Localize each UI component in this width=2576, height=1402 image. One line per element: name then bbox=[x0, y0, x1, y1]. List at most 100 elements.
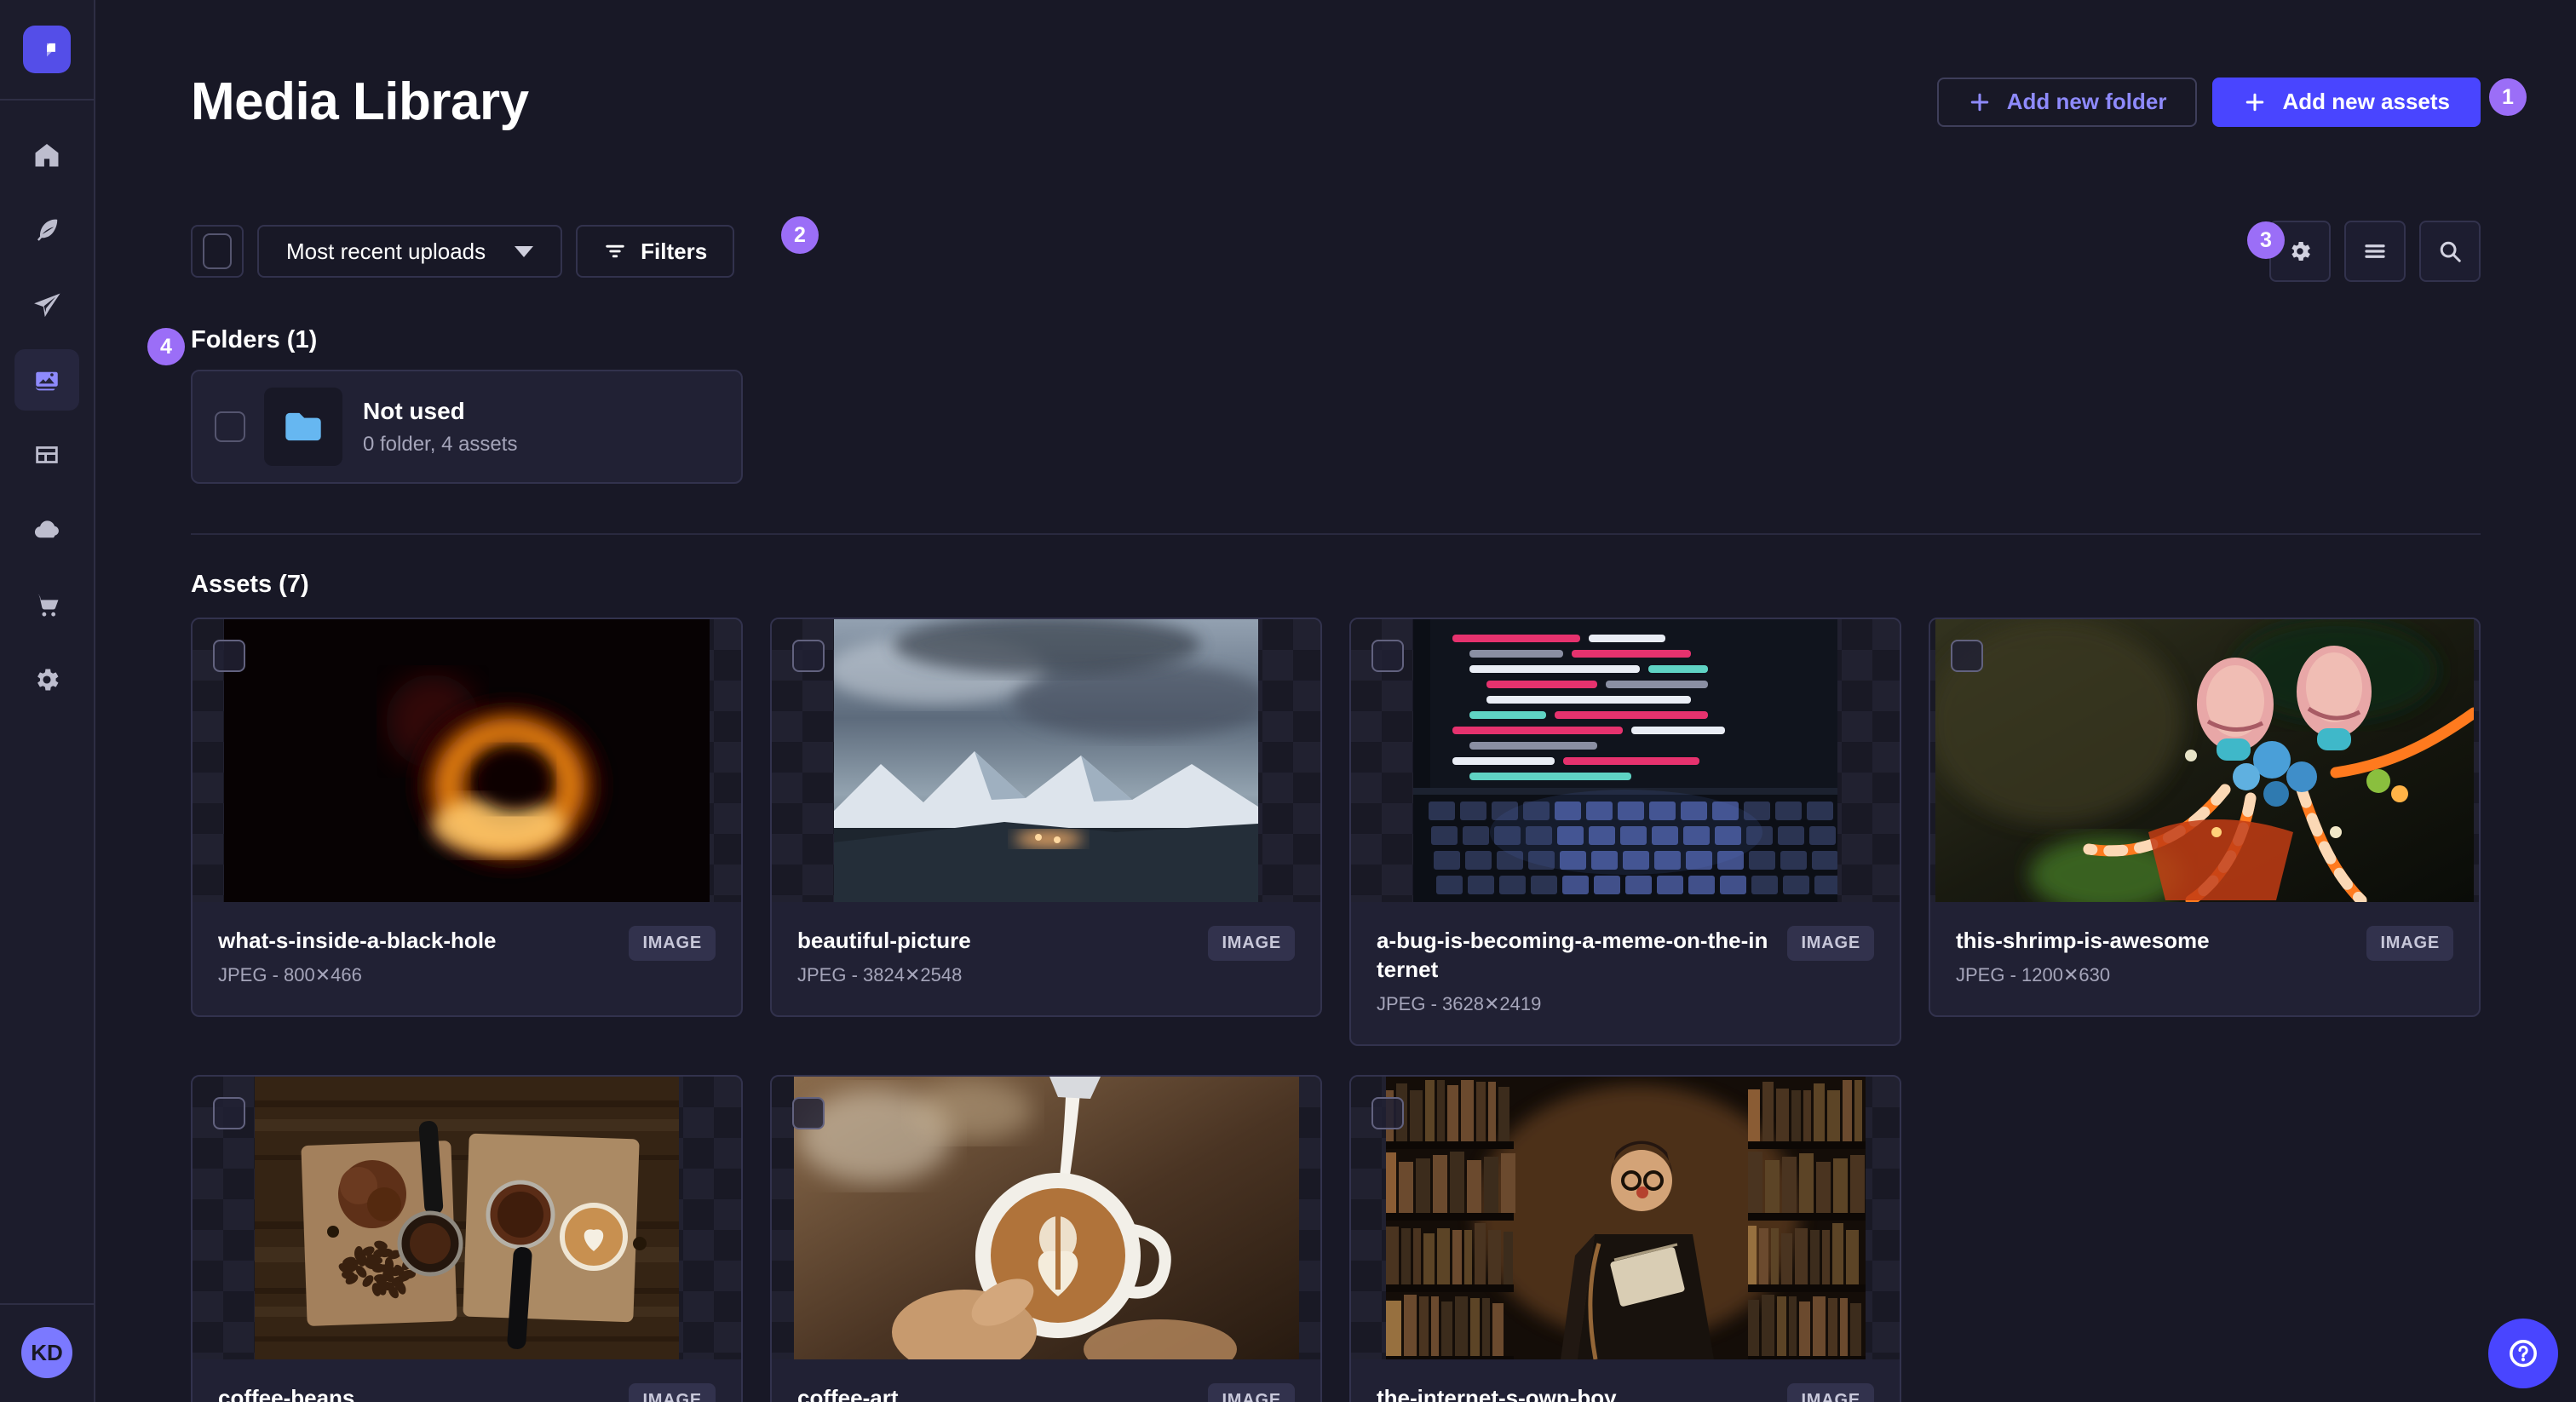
asset-card[interactable]: this-shrimp-is-awesome JPEG - 1200✕630 I… bbox=[1929, 618, 2481, 1017]
sidebar-item-home[interactable] bbox=[14, 124, 79, 186]
asset-card[interactable]: beautiful-picture JPEG - 3824✕2548 IMAGE bbox=[770, 618, 1322, 1017]
sidebar-bottom-divider bbox=[0, 1303, 95, 1305]
asset-texts: a-bug-is-becoming-a-meme-on-the-internet… bbox=[1377, 926, 1772, 1015]
asset-type-badge: IMAGE bbox=[1208, 1383, 1295, 1402]
asset-title: a-bug-is-becoming-a-meme-on-the-internet bbox=[1377, 926, 1772, 984]
asset-card[interactable]: coffee-beans JPEG - 5021✕3347 IMAGE bbox=[191, 1075, 743, 1402]
sidebar-bottom: KD bbox=[0, 1303, 95, 1402]
folder-texts: Not used 0 folder, 4 assets bbox=[363, 398, 517, 457]
user-avatar[interactable]: KD bbox=[21, 1327, 72, 1378]
asset-thumbnail bbox=[772, 1077, 1320, 1359]
asset-footer: coffee-beans JPEG - 5021✕3347 IMAGE bbox=[193, 1359, 741, 1402]
asset-title: the-internet-s-own-boy bbox=[1377, 1383, 1772, 1402]
question-circle-icon bbox=[2505, 1336, 2541, 1371]
list-view-icon bbox=[2362, 238, 2388, 264]
asset-title: coffee-art bbox=[797, 1383, 1193, 1402]
add-new-folder-button[interactable]: Add new folder bbox=[1937, 78, 2198, 127]
asset-card[interactable]: a-bug-is-becoming-a-meme-on-the-internet… bbox=[1349, 618, 1901, 1046]
asset-checkbox[interactable] bbox=[1371, 640, 1404, 672]
asset-checkbox[interactable] bbox=[792, 1097, 825, 1129]
folder-subtitle: 0 folder, 4 assets bbox=[363, 433, 517, 457]
strapi-logo-icon bbox=[32, 35, 61, 64]
settings-gear-icon bbox=[32, 665, 61, 694]
cart-icon bbox=[32, 590, 61, 619]
main-content: Media Library Add new folder Add new ass… bbox=[95, 0, 2576, 1402]
folder-tile bbox=[264, 388, 342, 466]
asset-meta: JPEG - 3824✕2548 bbox=[797, 964, 1193, 986]
assets-heading: Assets (7) bbox=[191, 571, 2481, 599]
asset-type-badge: IMAGE bbox=[1787, 926, 1874, 961]
sidebar-item-content-manager[interactable] bbox=[14, 424, 79, 486]
asset-checkbox[interactable] bbox=[792, 640, 825, 672]
asset-thumbnail bbox=[772, 619, 1320, 902]
checkbox bbox=[203, 233, 232, 269]
folder-card[interactable]: Not used 0 folder, 4 assets bbox=[191, 370, 743, 484]
asset-checkbox[interactable] bbox=[1371, 1097, 1404, 1129]
page-header: Media Library Add new folder Add new ass… bbox=[191, 72, 2481, 132]
sidebar-divider bbox=[0, 99, 95, 101]
folder-checkbox[interactable] bbox=[215, 411, 245, 442]
asset-checkbox[interactable] bbox=[213, 1097, 245, 1129]
asset-type-badge: IMAGE bbox=[629, 926, 716, 961]
add-new-assets-label: Add new assets bbox=[2282, 89, 2450, 115]
asset-texts: beautiful-picture JPEG - 3824✕2548 bbox=[797, 926, 1193, 986]
sidebar-item-marketplace[interactable] bbox=[14, 574, 79, 635]
filters-button[interactable]: Filters bbox=[576, 225, 734, 278]
settings-gear-icon bbox=[2287, 238, 2313, 264]
asset-type-badge: IMAGE bbox=[629, 1383, 716, 1402]
toolbar-left: Most recent uploads Filters bbox=[191, 225, 734, 278]
guide-badge-4: 4 bbox=[147, 328, 185, 365]
sidebar-item-deploy[interactable] bbox=[14, 499, 79, 560]
asset-type-badge: IMAGE bbox=[1787, 1383, 1874, 1402]
guide-badge-3: 3 bbox=[2247, 221, 2285, 259]
help-button[interactable] bbox=[2488, 1319, 2558, 1388]
asset-thumbnail bbox=[1351, 1077, 1900, 1359]
asset-footer: coffee-art JPEG - 5824✕3259 IMAGE bbox=[772, 1359, 1320, 1402]
folder-title: Not used bbox=[363, 398, 517, 425]
add-new-assets-button[interactable]: Add new assets bbox=[2212, 78, 2481, 127]
select-all-checkbox[interactable] bbox=[191, 225, 244, 278]
sort-select[interactable]: Most recent uploads bbox=[257, 225, 562, 278]
asset-footer: the-internet-s-own-boy JPEG - 1200✕707 I… bbox=[1351, 1359, 1900, 1402]
list-view-button[interactable] bbox=[2344, 221, 2406, 282]
asset-thumbnail bbox=[193, 619, 741, 902]
section-divider bbox=[191, 533, 2481, 535]
asset-thumbnail bbox=[1930, 619, 2479, 902]
asset-meta: JPEG - 1200✕630 bbox=[1956, 964, 2351, 986]
strapi-logo[interactable] bbox=[23, 26, 71, 73]
asset-checkbox[interactable] bbox=[213, 640, 245, 672]
plus-icon bbox=[1968, 90, 1992, 114]
media-library-icon bbox=[32, 365, 61, 394]
sidebar-item-media-library[interactable] bbox=[14, 349, 79, 411]
header-actions: Add new folder Add new assets bbox=[1937, 78, 2481, 127]
asset-title: this-shrimp-is-awesome bbox=[1956, 926, 2351, 955]
sidebar-item-releases[interactable] bbox=[14, 274, 79, 336]
sidebar-item-content[interactable] bbox=[14, 199, 79, 261]
cloud-icon bbox=[32, 515, 61, 544]
paper-plane-icon bbox=[32, 290, 61, 319]
asset-footer: beautiful-picture JPEG - 3824✕2548 IMAGE bbox=[772, 902, 1320, 1015]
asset-thumbnail bbox=[1351, 619, 1900, 902]
asset-footer: a-bug-is-becoming-a-meme-on-the-internet… bbox=[1351, 902, 1900, 1044]
toolbar: Most recent uploads Filters bbox=[191, 221, 2481, 282]
search-button[interactable] bbox=[2419, 221, 2481, 282]
asset-texts: this-shrimp-is-awesome JPEG - 1200✕630 bbox=[1956, 926, 2351, 986]
asset-thumbnail bbox=[193, 1077, 741, 1359]
asset-checkbox[interactable] bbox=[1951, 640, 1983, 672]
asset-meta: JPEG - 3628✕2419 bbox=[1377, 993, 1772, 1015]
asset-card[interactable]: coffee-art JPEG - 5824✕3259 IMAGE bbox=[770, 1075, 1322, 1402]
guide-badge-2: 2 bbox=[781, 216, 819, 254]
asset-texts: the-internet-s-own-boy JPEG - 1200✕707 bbox=[1377, 1383, 1772, 1402]
asset-footer: what-s-inside-a-black-hole JPEG - 800✕46… bbox=[193, 902, 741, 1015]
filter-icon bbox=[603, 239, 627, 263]
asset-card[interactable]: the-internet-s-own-boy JPEG - 1200✕707 I… bbox=[1349, 1075, 1901, 1402]
sort-select-value: Most recent uploads bbox=[286, 238, 486, 265]
toolbar-right bbox=[2256, 221, 2481, 282]
asset-card[interactable]: what-s-inside-a-black-hole JPEG - 800✕46… bbox=[191, 618, 743, 1017]
folders-heading: Folders (1) bbox=[191, 326, 2481, 354]
sidebar-item-settings[interactable] bbox=[14, 649, 79, 710]
asset-texts: what-s-inside-a-black-hole JPEG - 800✕46… bbox=[218, 926, 613, 986]
asset-title: what-s-inside-a-black-hole bbox=[218, 926, 613, 955]
add-new-folder-label: Add new folder bbox=[2007, 89, 2167, 115]
sidebar: KD bbox=[0, 0, 95, 1402]
